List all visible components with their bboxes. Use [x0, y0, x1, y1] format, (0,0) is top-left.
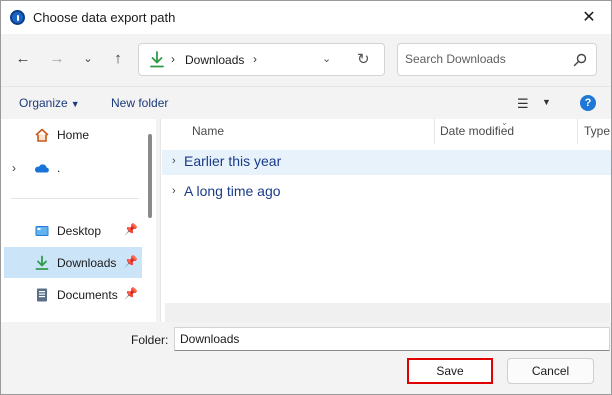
cancel-button[interactable]: Cancel: [507, 358, 594, 384]
window-title: Choose data export path: [33, 10, 176, 25]
column-divider[interactable]: [434, 119, 435, 144]
nav-item-desktop[interactable]: Desktop 📌: [4, 215, 142, 246]
nav-item-documents[interactable]: Documents 📌: [4, 279, 142, 310]
breadcrumb-chevron-icon[interactable]: ›: [253, 52, 257, 66]
forward-arrow-icon[interactable]: →: [46, 48, 68, 70]
back-arrow-icon[interactable]: ←: [12, 48, 34, 70]
new-folder-button[interactable]: New folder: [111, 96, 168, 110]
download-icon: [35, 255, 49, 270]
search-box[interactable]: [397, 43, 597, 76]
title-bar: Choose data export path ✕: [1, 1, 611, 34]
nav-item-label: .: [57, 161, 61, 175]
nav-divider: [11, 198, 139, 199]
column-divider[interactable]: [577, 119, 578, 144]
command-bar: Organize ▼ New folder ☰ ▼ ?: [1, 86, 611, 119]
close-button[interactable]: ✕: [577, 6, 601, 30]
search-input[interactable]: [405, 52, 570, 66]
recent-locations-chevron-icon[interactable]: ⌄: [77, 48, 99, 70]
file-list: Name ⌄ Date modified Type › Earlier this…: [160, 118, 611, 322]
nav-item-downloads[interactable]: Downloads 📌: [4, 247, 142, 278]
pin-icon[interactable]: 📌: [124, 223, 138, 236]
navigation-pane: Home › . Desktop 📌 Downloads �: [1, 119, 156, 322]
save-button[interactable]: Save: [407, 358, 493, 384]
address-dropdown-chevron-icon[interactable]: ⌄: [322, 52, 331, 65]
breadcrumb-downloads[interactable]: Downloads: [185, 53, 244, 67]
caret-down-icon: ▼: [70, 99, 80, 109]
nav-item-label: Home: [57, 128, 90, 142]
nav-item-label: Downloads: [57, 256, 117, 270]
app-logo-icon: [10, 10, 25, 25]
refresh-icon[interactable]: ↻: [357, 50, 370, 68]
nav-item-label: Desktop: [57, 224, 102, 238]
group-header-a-long-time-ago[interactable]: › A long time ago: [162, 180, 611, 205]
view-options-caret-icon[interactable]: ▼: [542, 97, 551, 107]
organize-label: Organize: [19, 96, 68, 110]
organize-menu-button[interactable]: Organize ▼: [19, 96, 80, 110]
column-header-date-modified[interactable]: Date modified: [440, 124, 514, 138]
folder-label: Folder:: [131, 333, 169, 347]
nav-item-onedrive[interactable]: .: [4, 152, 142, 183]
group-header-earlier-this-year[interactable]: › Earlier this year: [162, 150, 611, 175]
pin-icon[interactable]: 📌: [124, 255, 138, 268]
home-icon: [35, 128, 49, 142]
help-icon[interactable]: ?: [580, 95, 596, 111]
view-options-icon[interactable]: ☰: [517, 96, 529, 112]
desktop-icon: [35, 226, 49, 236]
breadcrumb-separator: ›: [171, 52, 175, 66]
nav-item-home[interactable]: Home: [4, 119, 142, 150]
search-icon[interactable]: [572, 52, 588, 68]
dialog-footer: Folder: Save Cancel: [1, 322, 611, 394]
column-header-type[interactable]: Type: [584, 124, 610, 138]
onedrive-cloud-icon: [34, 164, 49, 173]
download-icon: [150, 51, 164, 68]
column-header-name[interactable]: Name: [192, 124, 224, 138]
nav-pane-scrollbar[interactable]: [148, 134, 152, 218]
pin-icon[interactable]: 📌: [124, 287, 138, 300]
group-chevron-icon[interactable]: ›: [172, 185, 176, 197]
file-dialog-window: Choose data export path ✕ ← → ⌄ ↑ › Down…: [0, 0, 612, 395]
navigation-toolbar: ← → ⌄ ↑ › Downloads › ⌄ ↻: [1, 34, 611, 86]
documents-icon: [37, 288, 47, 302]
nav-item-label: Documents: [57, 288, 118, 302]
horizontal-scrollbar[interactable]: [165, 303, 610, 322]
up-arrow-icon[interactable]: ↑: [107, 48, 129, 70]
folder-name-input[interactable]: [174, 327, 610, 351]
group-chevron-icon[interactable]: ›: [172, 155, 176, 167]
group-label: Earlier this year: [184, 153, 282, 169]
group-label: A long time ago: [184, 183, 281, 199]
address-bar[interactable]: › Downloads › ⌄ ↻: [138, 43, 385, 76]
